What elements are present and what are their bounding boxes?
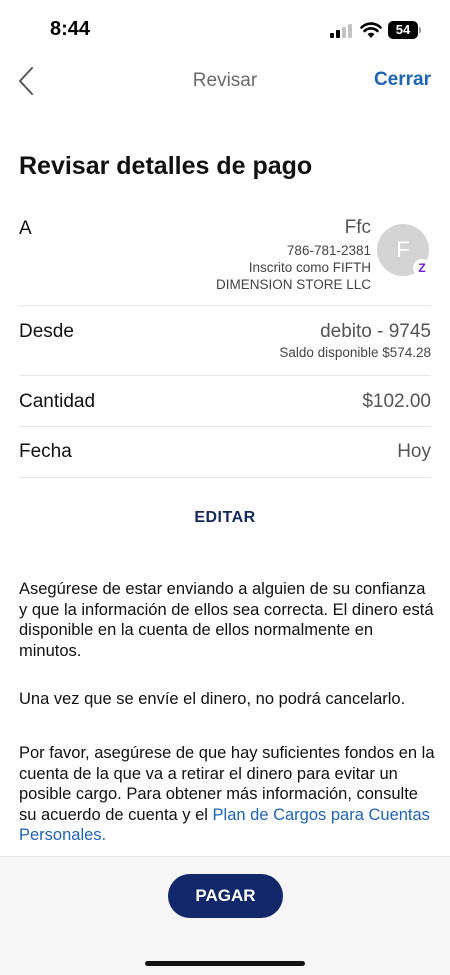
date-label: Fecha [19, 441, 72, 462]
disclaimer-trust: Asegúrese de estar enviando a alguien de… [19, 580, 434, 660]
from-row: Desde debito - 9745 Saldo disponible $57… [19, 306, 431, 376]
date-row: Fecha Hoy [19, 427, 431, 478]
amount-label: Cantidad [19, 391, 96, 412]
zelle-icon: Z [413, 259, 431, 277]
pay-button[interactable]: PAGAR [168, 874, 283, 918]
recipient-name: Ffc [344, 217, 371, 238]
recipient-info: Ffc 786-781-2381 Inscrito como FIFTH DIM… [216, 212, 371, 293]
amount-row: Cantidad $102.00 [19, 376, 431, 427]
cellular-signal-icon [330, 24, 352, 38]
recipient-label: A [19, 218, 32, 239]
wifi-icon [360, 22, 382, 38]
battery-tip [419, 27, 421, 33]
from-account: debito - 9745 [320, 321, 431, 342]
status-time: 8:44 [50, 18, 91, 40]
disclaimer-no-cancel: Una vez que se envíe el dinero, no podrá… [19, 690, 406, 708]
nav-bar: Revisar Cerrar [0, 56, 450, 106]
date-value: Hoy [397, 441, 431, 462]
available-balance: Saldo disponible $574.28 [279, 345, 431, 360]
recipient-enrolled-line2: DIMENSION STORE LLC [215, 277, 371, 292]
home-indicator[interactable] [145, 961, 305, 966]
from-label: Desde [19, 321, 74, 342]
page-title: Revisar detalles de pago [19, 152, 313, 180]
amount-value: $102.00 [362, 391, 431, 412]
close-button[interactable]: Cerrar [374, 69, 431, 91]
recipient-row: A Ffc 786-781-2381 Inscrito como FIFTH D… [19, 212, 431, 306]
disclaimer-funds: Por favor, asegúrese de que hay suficien… [19, 743, 437, 846]
footer: PAGAR [0, 856, 450, 975]
battery-icon: 54 [388, 21, 418, 39]
status-bar: 8:44 54 [0, 0, 450, 56]
edit-button[interactable]: EDITAR [0, 509, 450, 527]
recipient-phone: 786-781-2381 [286, 243, 371, 258]
recipient-enrolled-line1: Inscrito como FIFTH [248, 260, 371, 275]
